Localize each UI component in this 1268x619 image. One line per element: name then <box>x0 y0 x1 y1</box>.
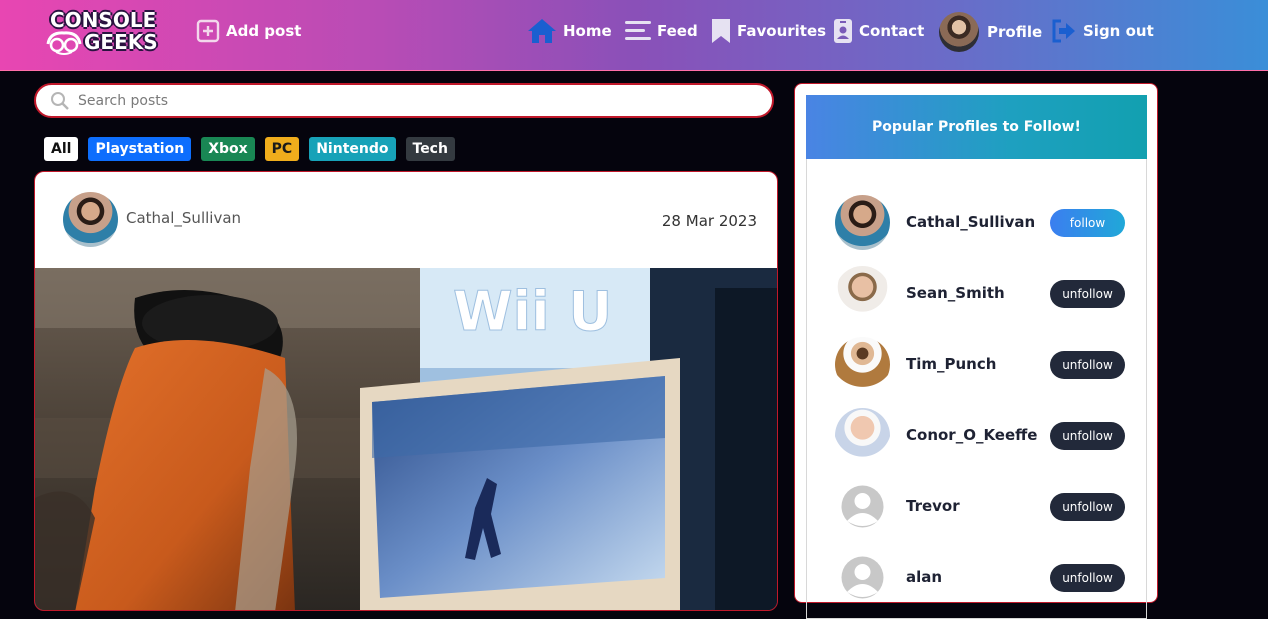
add-post-label: Add post <box>226 22 302 40</box>
profile-name[interactable]: alan <box>906 568 942 586</box>
filter-pc[interactable]: PC <box>264 137 300 161</box>
post-card: Cathal_Sullivan 28 Mar 2023 Wii U <box>34 171 778 611</box>
unfollow-button[interactable]: unfollow <box>1050 493 1125 521</box>
filter-playstation[interactable]: Playstation <box>88 137 192 161</box>
nav-sign-out[interactable]: Sign out <box>1051 17 1154 45</box>
console-geeks-logo[interactable]: CONSOLE GEEKS <box>44 8 166 56</box>
profile-row: Cathal_Sullivan follow <box>835 193 1135 253</box>
filter-nintendo[interactable]: Nintendo <box>309 137 396 161</box>
profile-row: Sean_Smith unfollow <box>835 264 1135 324</box>
profile-name[interactable]: Sean_Smith <box>906 284 1005 302</box>
nav-sign-out-label: Sign out <box>1083 22 1154 40</box>
search-bar <box>34 83 774 118</box>
unfollow-button[interactable]: unfollow <box>1050 351 1125 379</box>
post-image[interactable]: Wii U <box>35 268 778 611</box>
menu-lines-icon <box>625 20 651 42</box>
profile-row: alan unfollow <box>835 548 1135 608</box>
home-icon <box>527 18 557 44</box>
follow-button[interactable]: follow <box>1050 209 1125 237</box>
default-avatar-icon[interactable] <box>835 550 890 605</box>
nav-profile[interactable]: Profile <box>939 12 1042 52</box>
nav-home-label: Home <box>563 22 612 40</box>
profile-row: Trevor unfollow <box>835 477 1135 537</box>
id-badge-icon <box>833 18 853 44</box>
profile-name[interactable]: Tim_Punch <box>906 355 996 373</box>
filter-xbox[interactable]: Xbox <box>201 137 255 161</box>
add-post-link[interactable]: Add post <box>196 17 301 45</box>
bookmark-icon <box>711 18 731 44</box>
search-icon <box>50 91 70 111</box>
category-filters: All Playstation Xbox PC Nintendo Tech <box>44 137 465 161</box>
filter-all[interactable]: All <box>44 137 79 161</box>
profile-avatar[interactable] <box>835 408 890 463</box>
filter-tech[interactable]: Tech <box>405 137 455 161</box>
profile-row: Tim_Punch unfollow <box>835 335 1135 395</box>
profile-name[interactable]: Trevor <box>906 497 960 515</box>
profile-avatar[interactable] <box>835 337 890 392</box>
default-avatar-icon[interactable] <box>835 479 890 534</box>
nav-profile-label: Profile <box>987 23 1043 41</box>
geek-mascot-icon <box>46 31 82 55</box>
profile-row: Conor_O_Keeffe unfollow <box>835 406 1135 466</box>
popular-profiles-title: Popular Profiles to Follow! <box>806 95 1147 159</box>
search-input[interactable] <box>76 91 760 110</box>
post-header: Cathal_Sullivan 28 Mar 2023 <box>35 172 777 268</box>
post-author-name[interactable]: Cathal_Sullivan <box>126 209 241 227</box>
post-author-avatar[interactable] <box>63 192 118 247</box>
sign-out-icon <box>1051 19 1077 43</box>
profiles-list: Cathal_Sullivan follow Sean_Smith unfoll… <box>806 159 1147 619</box>
profile-avatar[interactable] <box>835 195 890 250</box>
profile-avatar <box>939 12 979 52</box>
plus-square-icon <box>196 19 220 43</box>
profile-name[interactable]: Cathal_Sullivan <box>906 213 1035 231</box>
nav-home[interactable]: Home <box>527 17 612 45</box>
wii-u-sign-text: Wii U <box>453 280 612 343</box>
nav-favourites[interactable]: Favourites <box>711 17 826 45</box>
nav-feed[interactable]: Feed <box>625 17 698 45</box>
unfollow-button[interactable]: unfollow <box>1050 422 1125 450</box>
nav-favourites-label: Favourites <box>737 22 827 40</box>
nav-contact[interactable]: Contact <box>833 17 924 45</box>
unfollow-button[interactable]: unfollow <box>1050 564 1125 592</box>
nav-contact-label: Contact <box>859 22 925 40</box>
post-date: 28 Mar 2023 <box>661 212 757 230</box>
profile-avatar[interactable] <box>835 266 890 321</box>
profile-name[interactable]: Conor_O_Keeffe <box>906 426 1037 444</box>
unfollow-button[interactable]: unfollow <box>1050 280 1125 308</box>
top-navbar: CONSOLE GEEKS Add post Home Feed Favouri… <box>0 0 1268 71</box>
popular-profiles-panel: Popular Profiles to Follow! Cathal_Sulli… <box>794 83 1158 619</box>
nav-feed-label: Feed <box>657 22 698 40</box>
